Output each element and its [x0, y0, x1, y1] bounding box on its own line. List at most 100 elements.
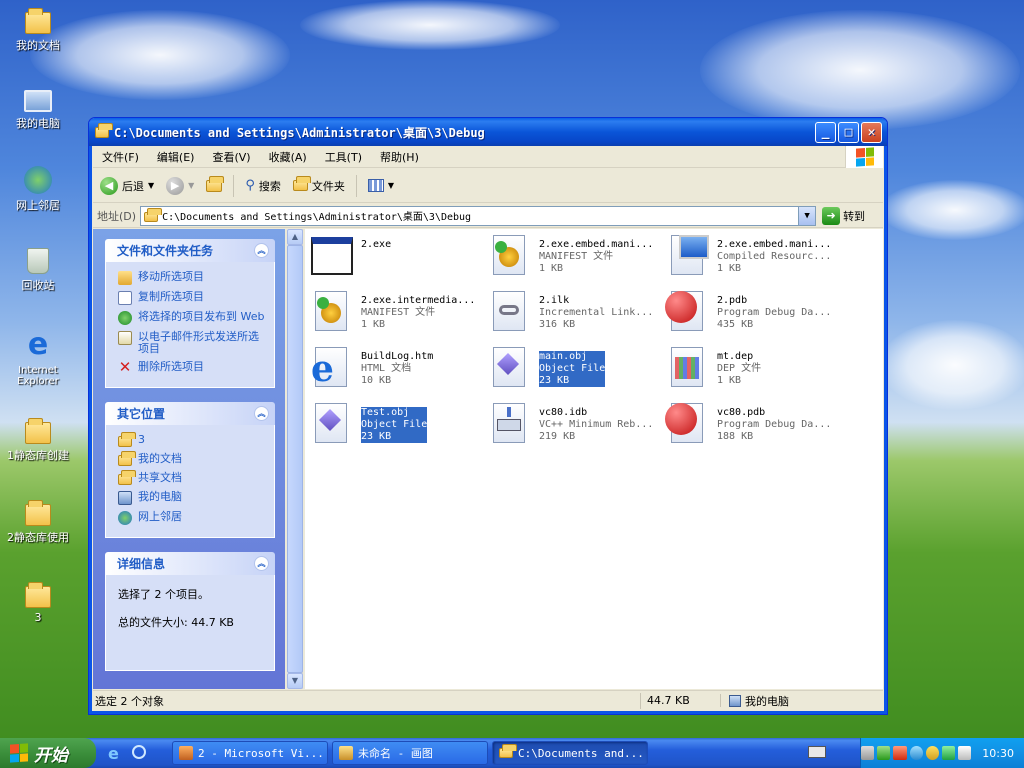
- start-button[interactable]: 开始: [0, 738, 96, 768]
- scroll-thumb[interactable]: [287, 245, 303, 673]
- details-header[interactable]: 详细信息 ︽: [105, 552, 275, 575]
- file-size: 1 KB: [539, 263, 564, 274]
- my-computer-icon: [729, 694, 741, 707]
- file-item[interactable]: 2.exe.intermedia... MANIFEST 文件 1 KB: [309, 289, 487, 339]
- file-item[interactable]: vc80.idb VC++ Minimum Reb... 219 KB: [487, 401, 665, 451]
- task-delete[interactable]: ✕ 删除所选项目: [118, 360, 266, 375]
- title-bar[interactable]: C:\Documents and Settings\Administrator\…: [89, 118, 887, 146]
- desktop-icon-folder-3[interactable]: 3: [2, 580, 74, 624]
- qq-tray-icon[interactable]: [925, 746, 939, 760]
- collapse-icon[interactable]: ︽: [254, 406, 269, 421]
- menu-file[interactable]: 文件(F): [93, 149, 148, 165]
- volume-icon[interactable]: [958, 746, 972, 760]
- file-item[interactable]: main.obj Object File 23 KB: [487, 345, 665, 395]
- place-shared-documents[interactable]: 共享文档: [118, 470, 266, 485]
- taskbar-button-paint[interactable]: 未命名 - 画图: [332, 741, 488, 765]
- security-tray-icon[interactable]: [893, 746, 907, 760]
- file-type: Object File: [539, 363, 606, 374]
- search-button[interactable]: ⚲ 搜索: [242, 176, 284, 196]
- scroll-down-button[interactable]: ▼: [287, 673, 303, 689]
- keyboard-icon[interactable]: [808, 746, 826, 758]
- place-3[interactable]: 3: [118, 432, 266, 447]
- file-tasks-header[interactable]: 文件和文件夹任务 ︽: [105, 239, 275, 262]
- place-label: 我的文档: [138, 452, 182, 465]
- file-item[interactable]: 2.exe.embed.mani... MANIFEST 文件 1 KB: [487, 233, 665, 283]
- taskbar-button-explorer[interactable]: C:\Documents and...: [492, 741, 648, 765]
- messenger-tray-icon[interactable]: [909, 746, 923, 760]
- place-my-documents[interactable]: 我的文档: [118, 451, 266, 466]
- desktop-icon-ie[interactable]: e Internet Explorer: [2, 330, 74, 388]
- windows-logo-icon: [845, 146, 883, 168]
- file-item[interactable]: Test.obj Object File 23 KB: [309, 401, 487, 451]
- file-name: main.obj: [539, 351, 588, 362]
- details-total-size: 总的文件大小: 44.7 KB: [118, 616, 234, 629]
- menu-view[interactable]: 查看(V): [203, 149, 259, 165]
- network-tray-icon[interactable]: [860, 746, 875, 760]
- file-item[interactable]: e BuildLog.htm HTML 文档 10 KB: [309, 345, 487, 395]
- file-type: HTML 文档: [361, 363, 412, 374]
- desktop-icon-folder-1[interactable]: 1静态库创建: [2, 416, 74, 463]
- address-dropdown-button[interactable]: ▼: [798, 206, 816, 225]
- taskbar-button-vs[interactable]: 2 - Microsoft Vi...: [172, 741, 328, 765]
- menu-favorites[interactable]: 收藏(A): [260, 149, 316, 165]
- file-item[interactable]: vc80.pdb Program Debug Da... 188 KB: [665, 401, 843, 451]
- task-move[interactable]: 移动所选项目: [118, 271, 266, 285]
- place-network[interactable]: 网上邻居: [118, 511, 266, 525]
- desktop-icon-folder-2[interactable]: 2静态库使用: [2, 498, 74, 545]
- file-item[interactable]: 2.pdb Program Debug Da... 435 KB: [665, 289, 843, 339]
- views-icon: [367, 179, 384, 192]
- file-name: mt.dep: [717, 351, 754, 362]
- file-item[interactable]: 2.exe: [309, 233, 487, 283]
- file-item[interactable]: 2.exe.embed.mani... Compiled Resourc... 1 …: [665, 233, 843, 283]
- desktop-icon-my-documents[interactable]: 我的文档: [2, 4, 74, 53]
- folders-button[interactable]: 文件夹: [290, 176, 348, 196]
- paint-icon: [339, 746, 353, 760]
- quicklaunch-app-icon[interactable]: [132, 745, 146, 759]
- collapse-icon[interactable]: ︽: [254, 556, 269, 571]
- address-input[interactable]: C:\Documents and Settings\Administrator\…: [140, 205, 817, 226]
- search-icon: ⚲: [245, 178, 255, 193]
- desktop-icon-my-computer[interactable]: 我的电脑: [2, 86, 74, 131]
- task-publish[interactable]: 将选择的项目发布到 Web: [118, 311, 266, 325]
- file-item[interactable]: mt.dep DEP 文件 1 KB: [665, 345, 843, 395]
- other-places-header[interactable]: 其它位置 ︽: [105, 402, 275, 425]
- back-button[interactable]: ◀ 后退 ▼: [97, 175, 157, 197]
- vertical-scrollbar[interactable]: ▲ ▼: [287, 229, 303, 689]
- file-name: Test.obj: [361, 407, 410, 418]
- file-item[interactable]: 2.ilk Incremental Link... 316 KB: [487, 289, 665, 339]
- task-copy[interactable]: 复制所选项目: [118, 291, 266, 305]
- folder-icon: [144, 207, 163, 222]
- desktop-icon-recycle-bin[interactable]: 回收站: [2, 248, 74, 293]
- desktop-icon-label: 3: [34, 611, 42, 624]
- chevron-down-icon[interactable]: ▼: [188, 181, 194, 190]
- desktop-icon-network[interactable]: 网上邻居: [2, 166, 74, 213]
- place-my-computer[interactable]: 我的电脑: [118, 491, 266, 505]
- place-label: 3: [138, 433, 145, 446]
- file-type: Compiled Resourc...: [717, 251, 832, 262]
- menu-help[interactable]: 帮助(H): [371, 149, 428, 165]
- app-tray-icon[interactable]: [941, 746, 956, 760]
- go-arrow-icon: ➜: [822, 206, 841, 225]
- collapse-icon[interactable]: ︽: [254, 243, 269, 258]
- safety-tray-icon[interactable]: [877, 746, 891, 760]
- forward-button[interactable]: ▶ ▼: [163, 175, 197, 197]
- file-size: 10 KB: [361, 375, 392, 386]
- details-body: 选择了 2 个项目。 总的文件大小: 44.7 KB: [105, 575, 275, 671]
- toolbar-separator: [355, 174, 357, 197]
- menu-edit[interactable]: 编辑(E): [148, 149, 204, 165]
- up-folder-button[interactable]: [203, 175, 225, 194]
- back-arrow-icon: ◀: [100, 176, 118, 195]
- quicklaunch-ie-icon[interactable]: e: [108, 744, 119, 763]
- manifest-icon: [487, 233, 533, 279]
- chevron-down-icon[interactable]: ▼: [148, 181, 154, 190]
- views-button[interactable]: ▼: [365, 177, 397, 194]
- minimize-button[interactable]: _: [815, 122, 836, 143]
- scroll-up-button[interactable]: ▲: [287, 229, 303, 245]
- task-label: 以电子邮件形式发送所选项目: [138, 330, 259, 355]
- maximize-button[interactable]: □: [838, 122, 859, 143]
- close-button[interactable]: ✕: [861, 122, 882, 143]
- file-size: 1 KB: [361, 319, 386, 330]
- menu-tools[interactable]: 工具(T): [316, 149, 371, 165]
- go-button[interactable]: ➜ 转到: [822, 206, 865, 225]
- task-email[interactable]: 以电子邮件形式发送所选项目: [118, 331, 266, 355]
